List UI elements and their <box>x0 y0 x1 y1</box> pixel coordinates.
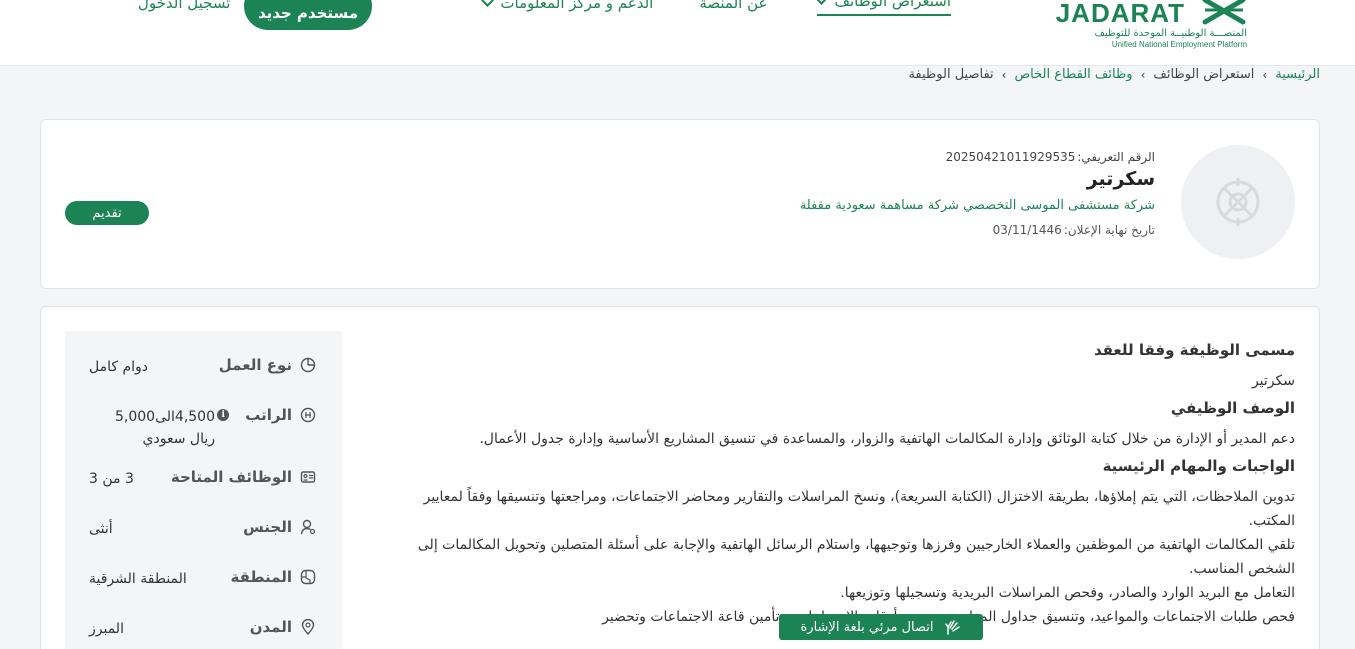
clock-icon <box>300 357 316 373</box>
attr-gender-label: الجنس <box>243 518 316 536</box>
deadline-value: 03/11/1446 <box>992 223 1062 237</box>
nav-browse-jobs-label: استعراض الوظائف <box>834 0 951 10</box>
attr-cities-value: المبرز <box>89 621 124 637</box>
job-info: الرقم التعريفي: 20250421011929535 سكرتير… <box>800 150 1155 237</box>
login-link[interactable]: تسجيل الدخول <box>138 0 230 12</box>
breadcrumb-home[interactable]: الرئيسية <box>1275 67 1320 82</box>
attr-cities-label: المدن <box>250 618 316 636</box>
salary-icon <box>300 407 316 423</box>
attr-label-text: المنطقة <box>230 568 292 586</box>
sign-language-label: اتصال مرئي بلغة الإشارة <box>800 619 934 635</box>
attr-label-text: المدن <box>249 618 292 636</box>
job-id-value: 20250421011929535 <box>945 150 1076 164</box>
attr-label-text: الجنس <box>243 518 292 536</box>
job-description-text: دعم المدير أو الإدارة من خلال كتابة الوث… <box>479 431 1295 447</box>
nav-support-label: الدعم و مركز المعلومات <box>500 0 654 12</box>
breadcrumb-separator-icon: › <box>1262 67 1268 82</box>
attr-region: المنطقة المنطقة الشرقية <box>65 568 342 608</box>
attr-vacancies: الوظائف المتاحة 3 من 3 <box>65 468 342 508</box>
job-id: الرقم التعريفي: 20250421011929535 <box>800 150 1155 164</box>
nav-support[interactable]: الدعم و مركز المعلومات <box>481 0 654 16</box>
attr-region-value: المنطقة الشرقية <box>89 571 187 587</box>
job-title: سكرتير <box>1086 168 1155 190</box>
company-name-link[interactable]: شركة مستشفى الموسى التخصصي شركة مساهمة س… <box>800 198 1155 213</box>
breadcrumb-private-sector[interactable]: وظائف القطاع الخاص <box>1014 67 1132 82</box>
duty-item: تلقي المكالمات الهاتفية من الموظفين والع… <box>417 537 1295 577</box>
nav-about[interactable]: عن المنصة <box>699 0 767 16</box>
attr-region-label: المنطقة <box>231 568 316 586</box>
attr-salary-value: 4,500الى5,000 ريال سعودي <box>114 409 215 447</box>
breadcrumb-separator-icon: › <box>1001 67 1007 82</box>
attr-label-text: نوع العمل <box>218 356 292 374</box>
duties-heading: الواجبات والمهام الرئيسية <box>1102 457 1295 475</box>
company-logo-placeholder <box>1181 145 1295 259</box>
attr-work-type-label: نوع العمل <box>219 356 316 374</box>
main-nav: استعراض الوظائف عن المنصة الدعم و مركز ا… <box>481 0 951 16</box>
attr-salary-label: الراتب i <box>217 406 316 424</box>
logo-arabic-text: المنصـــة الوطنيــة الموحدة للتوظيف <box>1094 28 1248 39</box>
attr-work-type-value: دوام كامل <box>89 359 149 375</box>
sign-language-call-button[interactable]: اتصال مرئي بلغة الإشارة <box>779 614 983 640</box>
attr-vacancies-label: الوظائف المتاحة <box>171 468 316 486</box>
attr-cities: المدن المبرز <box>65 618 342 649</box>
attr-work-type: نوع العمل دوام كامل <box>65 356 342 396</box>
logo-text: JADARAT <box>1055 0 1185 28</box>
company-emblem-icon <box>1216 178 1260 226</box>
job-description-heading: الوصف الوظيفي <box>1170 399 1295 417</box>
job-deadline: تاريخ نهاية الإعلان: 03/11/1446 <box>800 223 1155 237</box>
apply-button[interactable]: تقديم <box>65 201 149 225</box>
jadarat-logo[interactable]: JADARAT المنصـــة الوطنيــة الموحدة للتو… <box>1047 0 1247 60</box>
info-icon[interactable]: i <box>217 409 230 421</box>
breadcrumb: الرئيسية › استعراض الوظائف › وظائف القطا… <box>908 67 1320 82</box>
job-summary-card: الرقم التعريفي: 20250421011929535 سكرتير… <box>40 119 1320 289</box>
attr-gender-value: أنثى <box>89 521 113 537</box>
logo-mark-icon <box>1202 0 1246 25</box>
breadcrumb-separator-icon: › <box>1140 67 1146 82</box>
gender-icon <box>300 519 316 535</box>
duty-item: التعامل مع البريد الوارد والصادر، وفحص ا… <box>840 585 1295 601</box>
job-id-label: الرقم التعريفي: <box>1077 150 1155 164</box>
contract-title-heading: مسمى الوظيفة وفقا للعقد <box>1093 341 1295 359</box>
register-button[interactable]: مستخدم جديد <box>244 0 372 30</box>
map-icon <box>300 569 316 585</box>
job-attributes-panel: نوع العمل دوام كامل الراتب i 4,500الى5,0… <box>65 331 342 649</box>
attr-label-text: الوظائف المتاحة <box>170 468 292 486</box>
nav-about-label: عن المنصة <box>699 0 768 12</box>
nav-browse-jobs[interactable]: استعراض الوظائف <box>815 0 951 16</box>
chevron-down-icon <box>815 0 829 5</box>
chevron-down-icon <box>481 0 495 7</box>
job-details-card: مسمى الوظيفة وفقا للعقد سكرتير الوصف الو… <box>40 306 1320 649</box>
sign-language-hand-icon <box>944 620 960 635</box>
attr-label-text: الراتب <box>245 406 292 424</box>
logo-subtitle: Unified National Employment Platform <box>1111 40 1247 49</box>
location-pin-icon <box>301 619 315 635</box>
site-header: JADARAT المنصـــة الوطنيــة الموحدة للتو… <box>0 0 1355 66</box>
contract-title-value: سكرتير <box>1251 373 1295 389</box>
breadcrumb-current: تفاصيل الوظيفة <box>908 67 994 82</box>
id-card-icon <box>300 471 316 483</box>
deadline-label: تاريخ نهاية الإعلان: <box>1063 223 1155 237</box>
duty-item: تدوين الملاحظات، التي يتم إملاؤها، بطريق… <box>423 489 1295 529</box>
job-description: مسمى الوظيفة وفقا للعقد سكرتير الوصف الو… <box>403 341 1295 629</box>
attr-vacancies-value: 3 من 3 <box>89 471 134 487</box>
breadcrumb-browse[interactable]: استعراض الوظائف <box>1153 67 1254 82</box>
attr-gender: الجنس أنثى <box>65 518 342 558</box>
attr-salary: الراتب i 4,500الى5,000 ريال سعودي <box>65 406 342 447</box>
